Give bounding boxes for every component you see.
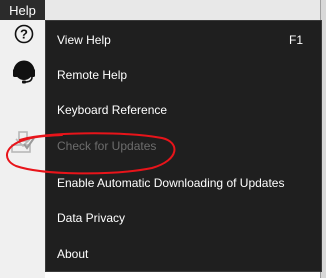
menu-item-label: Keyboard Reference (57, 103, 168, 117)
menu-item-data-privacy[interactable]: Data Privacy (46, 200, 321, 236)
menubar-help[interactable]: Help (0, 0, 45, 20)
menu-item-enable-auto-download[interactable]: Enable Automatic Downloading of Updates (46, 165, 321, 201)
menu-item-label: Remote Help (57, 68, 128, 82)
menu-item-view-help[interactable]: View Help F1 (46, 22, 321, 58)
update-check-icon (11, 131, 35, 153)
menu-item-label: Check for Updates (57, 139, 157, 153)
menu-item-about[interactable]: About (46, 236, 321, 272)
menu-item-label: Enable Automatic Downloading of Updates (57, 176, 285, 190)
menu-item-label: Data Privacy (57, 211, 126, 225)
help-circle-icon: ? (14, 24, 34, 44)
help-menu: View Help F1 Remote Help Keyboard Refere… (45, 20, 322, 272)
menu-item-shortcut: F1 (288, 33, 303, 47)
menu-item-check-for-updates: Check for Updates (46, 128, 321, 164)
svg-text:?: ? (20, 27, 28, 42)
menu-item-keyboard-reference[interactable]: Keyboard Reference (46, 92, 321, 128)
icon-column: ? (0, 20, 45, 278)
menu-item-remote-help[interactable]: Remote Help (46, 57, 321, 93)
menubar-help-label: Help (9, 2, 36, 18)
headset-icon (13, 60, 35, 84)
menu-item-label: View Help (57, 33, 111, 47)
menu-item-label: About (57, 247, 89, 261)
